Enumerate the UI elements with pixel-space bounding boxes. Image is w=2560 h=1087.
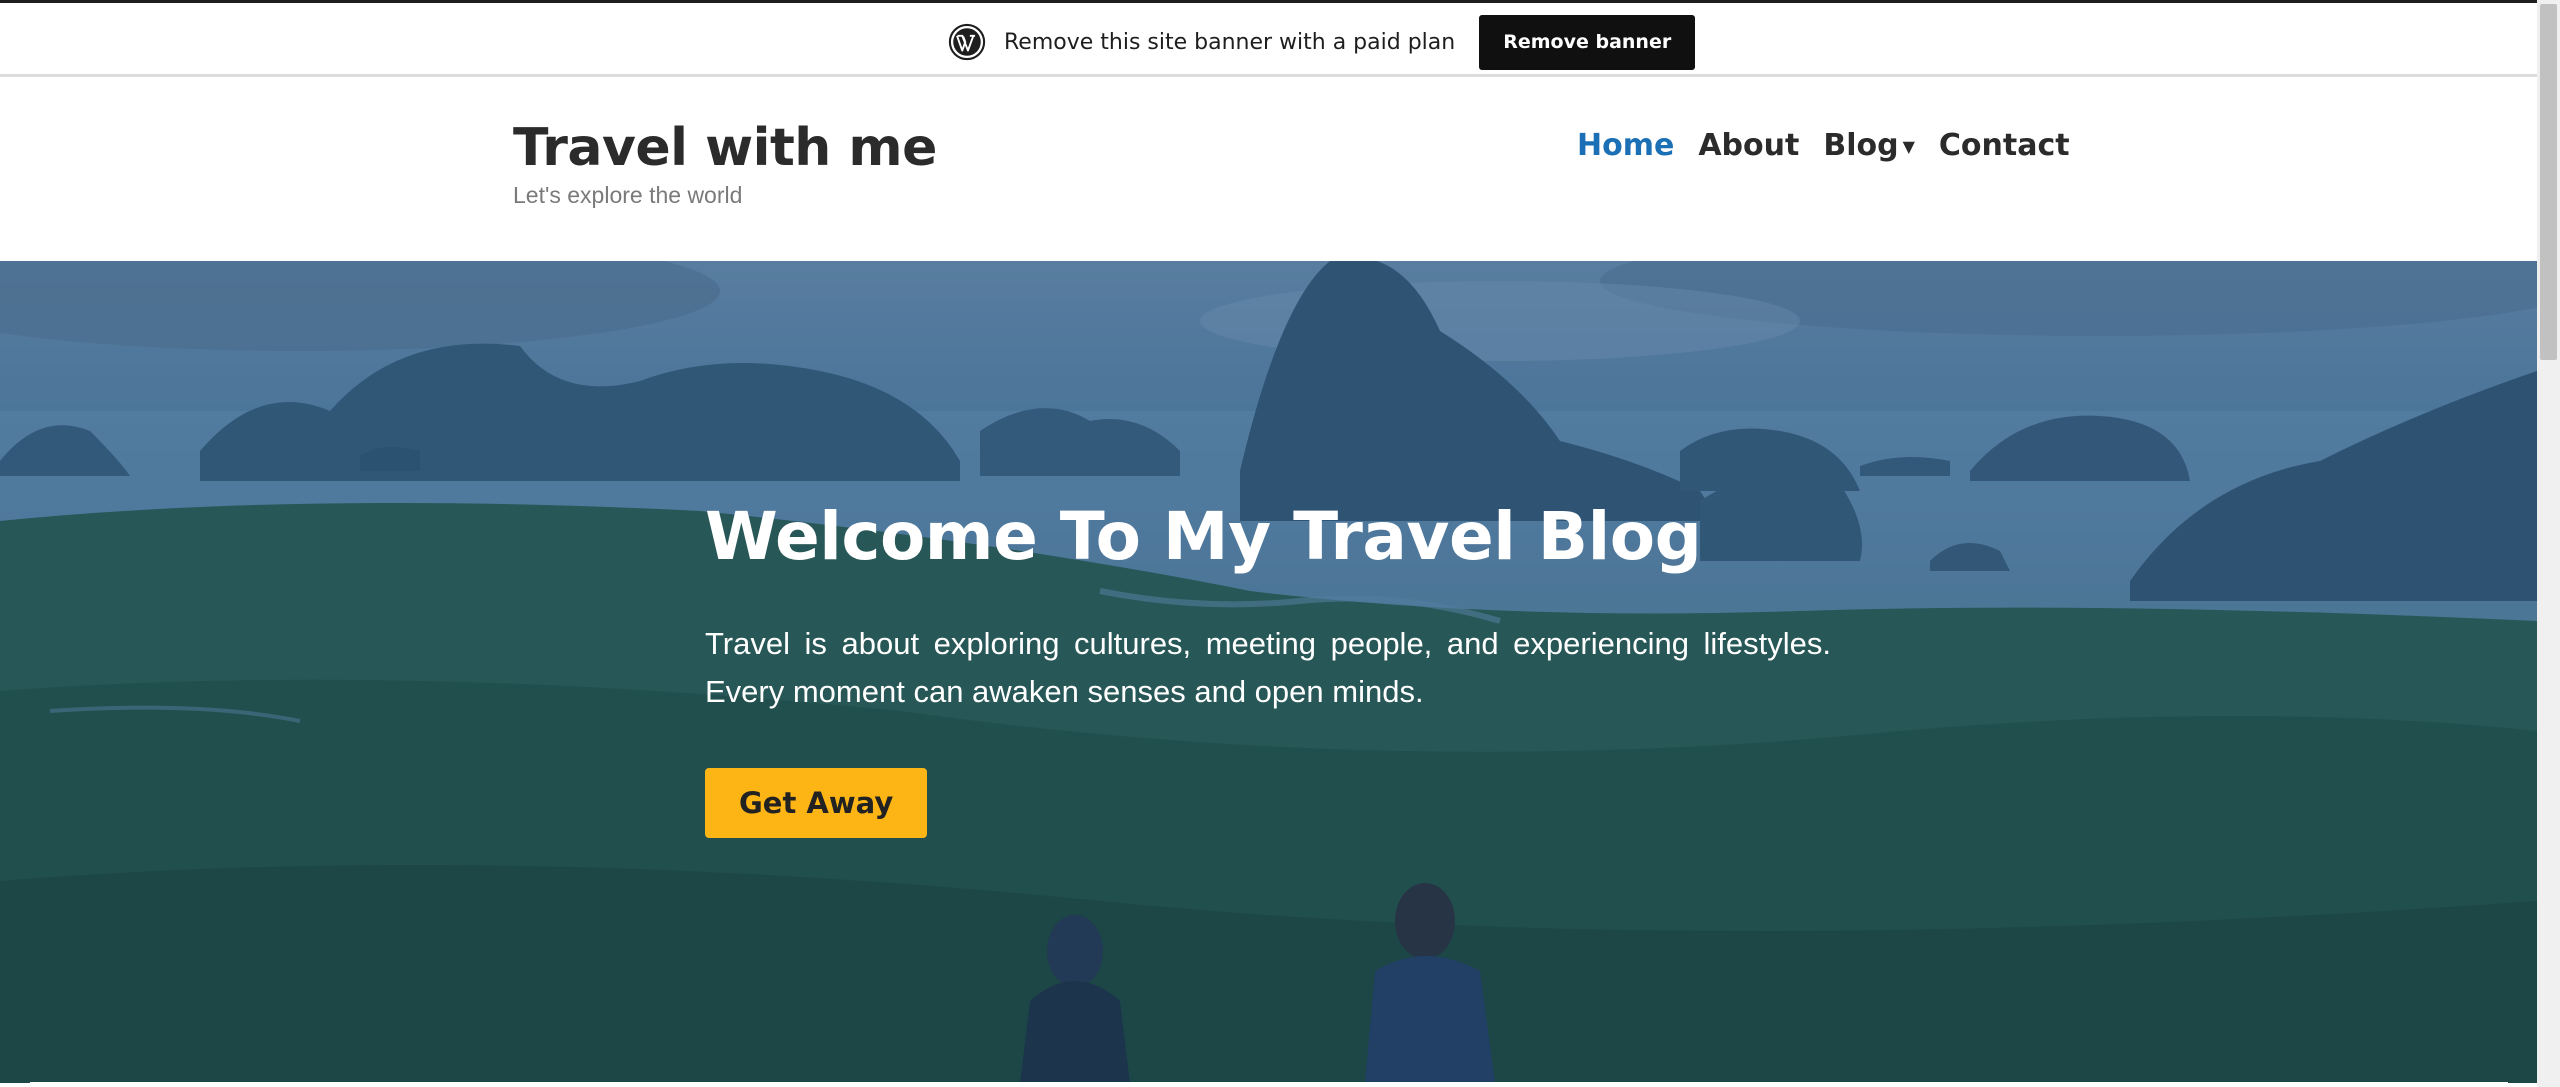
nav-item-label: Home: [1577, 128, 1675, 163]
site-title[interactable]: Travel with me: [513, 122, 937, 174]
wordpress-logo-icon: [948, 23, 986, 61]
nav-item-blog[interactable]: Blog ▼: [1823, 128, 1915, 163]
nav-item-contact[interactable]: Contact: [1939, 128, 2070, 163]
page-scrollbar[interactable]: [2537, 0, 2560, 1087]
hero-section: Welcome To My Travel Blog Travel is abou…: [0, 261, 2537, 1083]
nav-item-label: About: [1698, 128, 1800, 163]
content-edge: [30, 1082, 2508, 1087]
scrollbar-thumb[interactable]: [2540, 4, 2557, 360]
site-banner-text: Remove this site banner with a paid plan: [1004, 29, 1456, 55]
nav-item-label: Blog: [1823, 128, 1899, 163]
remove-banner-button[interactable]: Remove banner: [1479, 14, 1696, 70]
nav-item-about[interactable]: About: [1698, 128, 1799, 163]
hero-title: Welcome To My Travel Blog: [705, 498, 1702, 575]
main-navigation: Home About Blog ▼ Contact: [1577, 128, 2070, 163]
nav-item-home[interactable]: Home: [1577, 128, 1674, 163]
hero-description: Travel is about exploring cultures, meet…: [705, 625, 1831, 709]
site-tagline: Let's explore the world: [513, 182, 743, 208]
site-header: Travel with me Let's explore the world H…: [0, 77, 2537, 261]
hero-content: Welcome To My Travel Blog Travel is abou…: [705, 498, 1831, 838]
site-banner-content: Remove this site banner with a paid plan…: [948, 13, 1696, 71]
nav-item-label: Contact: [1938, 128, 2070, 163]
get-away-button[interactable]: Get Away: [705, 767, 928, 838]
site-banner: Remove this site banner with a paid plan…: [0, 0, 2537, 77]
caret-down-icon: ▼: [1902, 137, 1915, 156]
